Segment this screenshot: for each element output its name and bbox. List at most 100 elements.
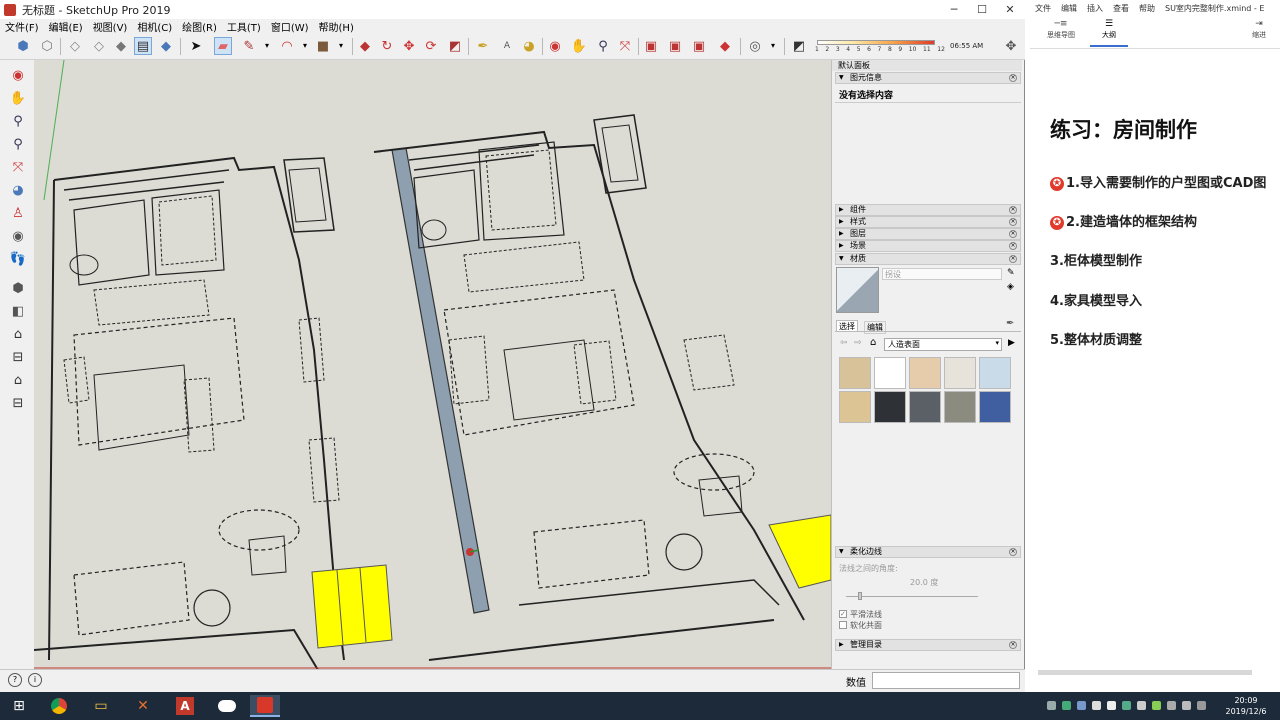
zoom-window-icon[interactable]: ⚲: [8, 134, 28, 154]
outliner-header[interactable]: ▶ 管理目录 ×: [835, 639, 1021, 651]
section-plane-icon[interactable]: ◩: [790, 37, 808, 55]
close-section-icon[interactable]: ×: [1009, 218, 1017, 226]
rectangle-tool-icon[interactable]: ■: [314, 37, 332, 55]
outline-item[interactable]: 3.柜体模型制作: [1050, 250, 1142, 269]
details-arrow-icon[interactable]: ▶: [1008, 338, 1015, 348]
3d-warehouse-icon[interactable]: ▣: [642, 37, 660, 55]
xmind-menu-insert[interactable]: 插入: [1082, 3, 1108, 14]
top-view-icon[interactable]: ◧: [8, 301, 28, 321]
modeling-viewport[interactable]: [34, 60, 831, 669]
share-model-icon[interactable]: ▣: [690, 37, 708, 55]
pan-tool-icon[interactable]: ✋: [570, 37, 588, 55]
arc-tool-icon[interactable]: ◠: [278, 37, 296, 55]
follow-me-icon[interactable]: ↻: [378, 37, 396, 55]
angle-slider-handle[interactable]: [858, 592, 862, 600]
xmind-menu-help[interactable]: 帮助: [1134, 3, 1160, 14]
tray-app-icon[interactable]: [1077, 701, 1086, 710]
measurements-input[interactable]: [872, 672, 1020, 689]
position-camera-icon[interactable]: ♙: [8, 203, 28, 223]
paint-bucket-icon[interactable]: ◕: [520, 37, 538, 55]
entity-info-header[interactable]: ▼ 图元信息 ×: [835, 72, 1021, 84]
menu-view[interactable]: 视图(V): [88, 19, 133, 34]
components-section-header[interactable]: ▶ 组件 ×: [835, 204, 1021, 216]
pan-icon[interactable]: ✋: [8, 88, 28, 108]
hidden-line-icon[interactable]: ◇: [90, 37, 108, 55]
xmind-icon[interactable]: ✕: [128, 695, 158, 717]
soften-coplanar-checkbox[interactable]: [839, 621, 847, 629]
sketchup-titlebar[interactable]: 无标题 - SketchUp Pro 2019 ─ ☐ ✕: [0, 0, 1025, 19]
zoom-extents-icon[interactable]: ⤧: [616, 37, 634, 55]
menu-edit[interactable]: 编辑(E): [44, 19, 88, 34]
close-button[interactable]: ✕: [996, 0, 1024, 19]
tape-measure-icon[interactable]: ✒: [474, 37, 492, 55]
left-view-icon[interactable]: ⊟: [8, 393, 28, 413]
material-name-field[interactable]: 拐设: [882, 268, 1002, 280]
outline-item[interactable]: ✪ 2.建造墙体的框架结构: [1050, 211, 1197, 230]
front-view-icon[interactable]: ⌂: [8, 324, 28, 344]
materials-section-header[interactable]: ▼ 材质 ×: [835, 253, 1021, 265]
material-swatch[interactable]: [944, 357, 976, 389]
start-button-icon[interactable]: ⊞: [4, 695, 34, 717]
close-section-icon[interactable]: ×: [1009, 255, 1017, 263]
material-swatch[interactable]: [979, 357, 1011, 389]
network-icon[interactable]: [1167, 701, 1176, 710]
back-view-icon[interactable]: ⌂: [8, 370, 28, 390]
forward-arrow-icon[interactable]: ⇨: [854, 338, 862, 348]
shadow-time-field[interactable]: 06:55 AM: [950, 38, 995, 54]
tray-app-icon[interactable]: [1092, 701, 1101, 710]
extension-manager-icon[interactable]: ◆: [716, 37, 734, 55]
tab-outline[interactable]: ☰ 大纲: [1090, 19, 1128, 47]
line-dropdown-icon[interactable]: ▾: [258, 37, 276, 55]
styles-section-header[interactable]: ▶ 样式 ×: [835, 216, 1021, 228]
tray-up-arrow-icon[interactable]: [1047, 701, 1056, 710]
shadow-slider-track[interactable]: [817, 40, 935, 45]
orbit-icon[interactable]: ◉: [8, 65, 28, 85]
menu-window[interactable]: 窗口(W): [266, 19, 314, 34]
maximize-button[interactable]: ☐: [968, 0, 996, 19]
tray-app-icon[interactable]: [1122, 701, 1131, 710]
toolbar-overflow-icon[interactable]: ✥: [1002, 37, 1020, 55]
xmind-menu-file[interactable]: 文件: [1030, 3, 1056, 14]
material-swatch[interactable]: [944, 391, 976, 423]
push-pull-icon[interactable]: ◆: [356, 37, 374, 55]
arc-dropdown-icon[interactable]: ▾: [296, 37, 314, 55]
zoom-tool-icon[interactable]: ⚲: [594, 37, 612, 55]
minimize-button[interactable]: ─: [940, 0, 968, 19]
instructor-icon[interactable]: i: [28, 673, 42, 687]
volume-icon[interactable]: [1182, 701, 1191, 710]
shadow-date-slider[interactable]: 1 2 3 4 5 6 7 8 9 10 11 12: [815, 36, 945, 58]
wireframe-icon[interactable]: ◇: [66, 37, 84, 55]
close-section-icon[interactable]: ×: [1009, 230, 1017, 238]
menu-tools[interactable]: 工具(T): [222, 19, 266, 34]
menu-draw[interactable]: 绘图(R): [177, 19, 222, 34]
layers-section-header[interactable]: ▶ 图层 ×: [835, 228, 1021, 240]
material-swatch[interactable]: [874, 391, 906, 423]
material-swatch[interactable]: [874, 357, 906, 389]
tray-app-icon[interactable]: [1137, 701, 1146, 710]
back-edges-icon[interactable]: ⬡: [38, 37, 56, 55]
iso-view-icon[interactable]: ⬢: [8, 278, 28, 298]
close-section-icon[interactable]: ×: [1009, 242, 1017, 250]
app-icon[interactable]: [212, 695, 242, 717]
home-icon[interactable]: ⌂: [870, 337, 876, 348]
tab-edit[interactable]: 编辑: [864, 321, 886, 334]
shape-dropdown-icon[interactable]: ▾: [332, 37, 350, 55]
menu-file[interactable]: 文件(F): [0, 19, 44, 34]
account-icon[interactable]: ◎: [746, 37, 764, 55]
zoom-extents-side-icon[interactable]: ⤧: [8, 157, 28, 177]
select-tool-icon[interactable]: ➤: [187, 37, 205, 55]
rotate-tool-icon[interactable]: ⟳: [422, 37, 440, 55]
geo-location-icon[interactable]: ?: [8, 673, 22, 687]
material-swatch[interactable]: [909, 391, 941, 423]
shaded-icon[interactable]: ◆: [112, 37, 130, 55]
material-swatch[interactable]: [839, 391, 871, 423]
text-tool-icon[interactable]: A: [498, 37, 516, 55]
tray-app-icon[interactable]: [1107, 701, 1116, 710]
angle-slider[interactable]: [846, 596, 978, 597]
taskbar-clock[interactable]: 20:09 2019/12/6: [1218, 695, 1274, 717]
paint-icon[interactable]: ✎: [1007, 268, 1015, 278]
look-around-icon[interactable]: ◉: [8, 226, 28, 246]
outline-heading[interactable]: 练习：房间制作: [1050, 114, 1197, 144]
close-section-icon[interactable]: ×: [1009, 548, 1017, 556]
eraser-tool-icon[interactable]: ▰: [214, 37, 232, 55]
